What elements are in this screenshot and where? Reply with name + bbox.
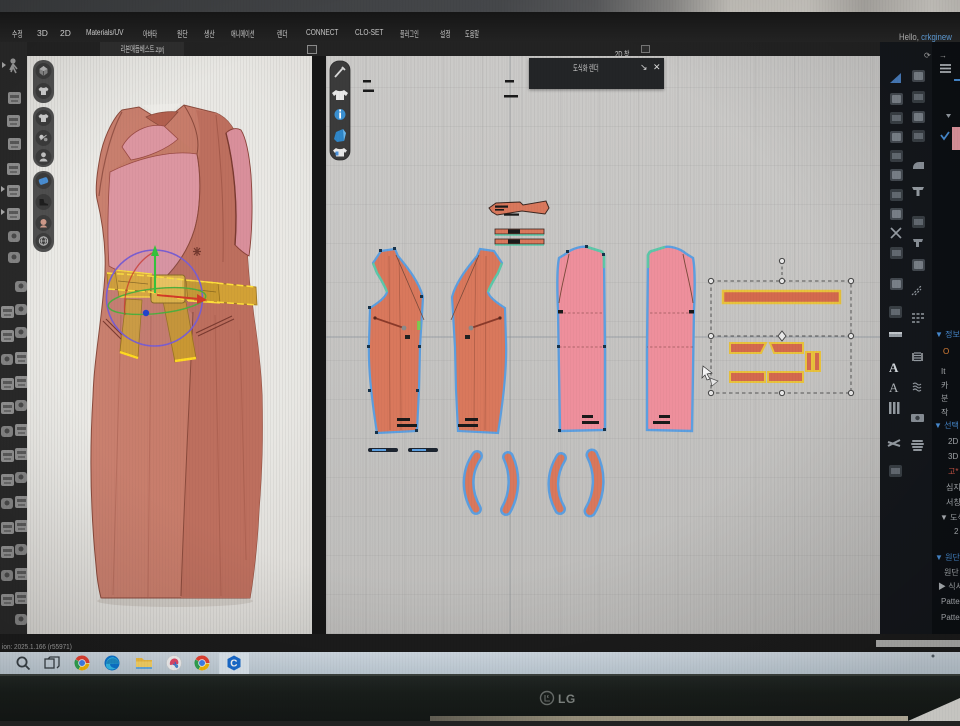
svg-text:A: A: [889, 360, 899, 375]
svg-text:고*: 고*: [948, 467, 958, 476]
svg-text:카: 카: [941, 381, 949, 390]
svg-text:Patte: Patte: [941, 613, 960, 622]
svg-text:심지: 심지: [946, 482, 960, 492]
svg-text:2D: 2D: [948, 437, 958, 446]
svg-text:It: It: [941, 367, 946, 376]
svg-text:▶ 식서: ▶ 식서: [938, 582, 960, 591]
svg-text:▼ 도식: ▼ 도식: [940, 513, 960, 522]
svg-text:3D: 3D: [948, 452, 958, 461]
svg-text:▼ 선택 선: ▼ 선택 선: [934, 420, 960, 430]
svg-text:원단: 원단: [944, 567, 959, 577]
svg-text:작: 작: [941, 407, 949, 417]
svg-text:2: 2: [954, 527, 959, 536]
svg-text:서칭: 서칭: [946, 498, 960, 507]
svg-text:분: 분: [941, 394, 948, 403]
svg-text:A: A: [889, 380, 899, 395]
svg-text:▼ 정보: ▼ 정보: [935, 329, 960, 339]
svg-text:O: O: [943, 347, 949, 356]
svg-text:▼ 원단: ▼ 원단: [935, 552, 960, 562]
svg-text:C: C: [230, 659, 237, 670]
svg-text:LG: LG: [558, 692, 576, 706]
svg-text:Patte: Patte: [941, 597, 960, 606]
